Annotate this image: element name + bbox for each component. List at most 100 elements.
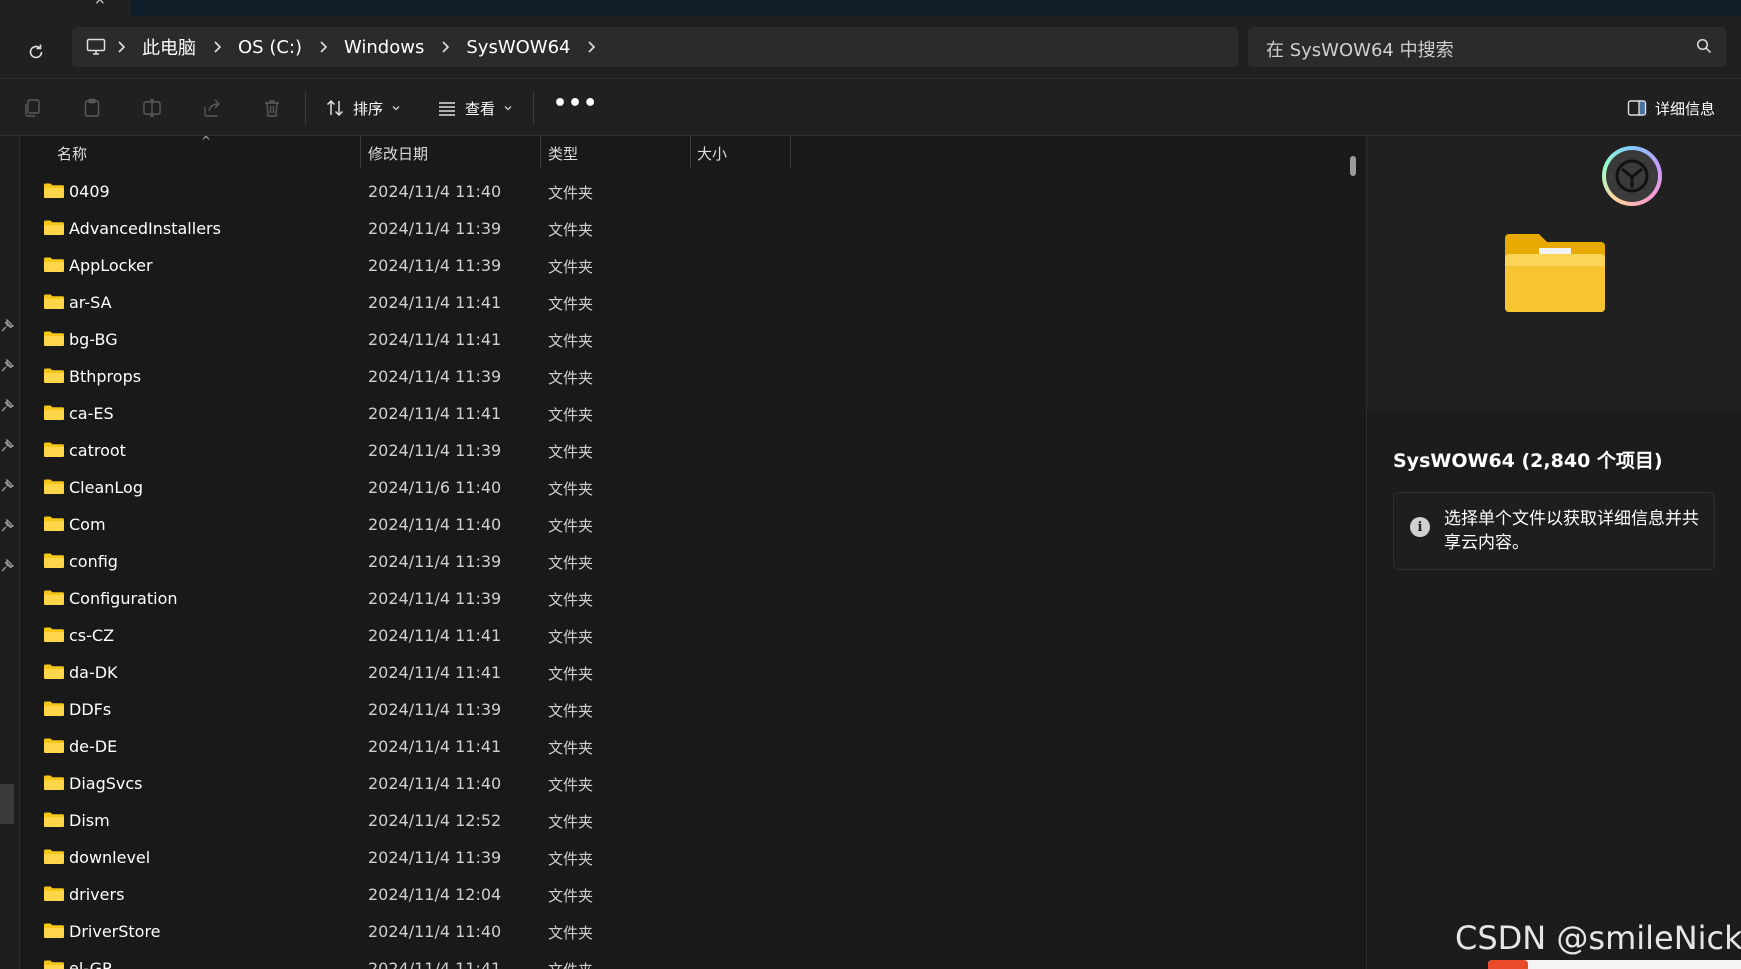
chevron-right-icon[interactable] xyxy=(106,41,136,53)
table-row[interactable]: config 2024/11/4 11:39 文件夹 xyxy=(20,543,1364,580)
nav-selected-item[interactable] xyxy=(0,784,14,824)
file-type: 文件夹 xyxy=(548,959,593,969)
file-name[interactable]: de-DE xyxy=(69,737,117,756)
file-name[interactable]: Dism xyxy=(69,811,110,830)
file-name[interactable]: DiagSvcs xyxy=(69,774,142,793)
search-icon[interactable] xyxy=(1696,38,1712,58)
more-icon[interactable]: ••• xyxy=(553,91,598,116)
pin-icon[interactable] xyxy=(0,358,15,372)
chevron-right-icon[interactable] xyxy=(430,41,460,53)
column-divider[interactable] xyxy=(690,136,691,168)
folder-icon xyxy=(44,368,64,383)
folder-icon xyxy=(44,331,64,346)
copy-icon[interactable] xyxy=(19,95,45,121)
file-name[interactable]: CleanLog xyxy=(69,478,143,497)
file-date: 2024/11/4 12:04 xyxy=(368,885,502,904)
file-name[interactable]: DDFs xyxy=(69,700,111,719)
folder-icon xyxy=(44,849,64,864)
file-name[interactable]: el-GR xyxy=(69,959,113,969)
file-name[interactable]: AdvancedInstallers xyxy=(69,219,221,238)
view-button[interactable]: 查看 xyxy=(437,92,513,124)
column-header-type[interactable]: 类型 xyxy=(548,136,688,170)
file-name[interactable]: Configuration xyxy=(69,589,178,608)
active-tab[interactable] xyxy=(131,0,1741,16)
chevron-right-icon[interactable] xyxy=(308,41,338,53)
search-input[interactable]: 在 SysWOW64 中搜索 xyxy=(1248,27,1726,67)
table-row[interactable]: DDFs 2024/11/4 11:39 文件夹 xyxy=(20,691,1364,728)
breadcrumb-item[interactable]: Windows xyxy=(338,37,430,58)
file-name[interactable]: Com xyxy=(69,515,106,534)
breadcrumb-item[interactable]: SysWOW64 xyxy=(460,37,576,58)
column-header-size[interactable]: 大小 xyxy=(697,136,787,170)
table-row[interactable]: 0409 2024/11/4 11:40 文件夹 xyxy=(20,173,1364,210)
table-row[interactable]: Bthprops 2024/11/4 11:39 文件夹 xyxy=(20,358,1364,395)
table-row[interactable]: AdvancedInstallers 2024/11/4 11:39 文件夹 xyxy=(20,210,1364,247)
file-name[interactable]: downlevel xyxy=(69,848,150,867)
folder-icon xyxy=(44,738,64,753)
file-name[interactable]: AppLocker xyxy=(69,256,153,275)
table-row[interactable]: Com 2024/11/4 11:40 文件夹 xyxy=(20,506,1364,543)
chevron-right-icon[interactable] xyxy=(576,41,606,53)
file-name[interactable]: ca-ES xyxy=(69,404,114,423)
chevron-down-icon xyxy=(391,104,401,112)
pin-icon[interactable] xyxy=(0,398,15,412)
close-icon[interactable]: × xyxy=(94,0,106,8)
file-name[interactable]: bg-BG xyxy=(69,330,118,349)
view-icon xyxy=(437,98,457,118)
table-row[interactable]: catroot 2024/11/4 11:39 文件夹 xyxy=(20,432,1364,469)
details-info-box: i 选择单个文件以获取详细信息并共享云内容。 xyxy=(1393,492,1715,570)
details-button[interactable]: 详细信息 xyxy=(1627,92,1715,124)
column-divider[interactable] xyxy=(790,136,791,168)
table-row[interactable]: Dism 2024/11/4 12:52 文件夹 xyxy=(20,802,1364,839)
table-row[interactable]: el-GR 2024/11/4 11:41 文件夹 xyxy=(20,950,1364,969)
file-name[interactable]: drivers xyxy=(69,885,124,904)
table-row[interactable]: AppLocker 2024/11/4 11:39 文件夹 xyxy=(20,247,1364,284)
computer-icon[interactable] xyxy=(86,38,106,56)
address-box[interactable]: 此电脑 OS (C:) Windows SysWOW64 xyxy=(72,27,1238,67)
sort-button[interactable]: 排序 xyxy=(325,92,401,124)
file-name[interactable]: config xyxy=(69,552,118,571)
table-row[interactable]: drivers 2024/11/4 12:04 文件夹 xyxy=(20,876,1364,913)
pin-icon[interactable] xyxy=(0,558,15,572)
chevron-right-icon[interactable] xyxy=(202,41,232,53)
column-header-date[interactable]: 修改日期 xyxy=(368,136,538,170)
table-row[interactable]: bg-BG 2024/11/4 11:41 文件夹 xyxy=(20,321,1364,358)
column-header-name[interactable]: 名称 xyxy=(57,136,377,170)
breadcrumb-item[interactable]: 此电脑 xyxy=(136,34,202,60)
table-row[interactable]: da-DK 2024/11/4 11:41 文件夹 xyxy=(20,654,1364,691)
file-date: 2024/11/4 11:39 xyxy=(368,848,502,867)
pin-icon[interactable] xyxy=(0,318,15,332)
table-row[interactable]: DiagSvcs 2024/11/4 11:40 文件夹 xyxy=(20,765,1364,802)
breadcrumb-item[interactable]: OS (C:) xyxy=(232,37,308,58)
file-name[interactable]: DriverStore xyxy=(69,922,161,941)
refresh-icon[interactable] xyxy=(22,38,50,66)
table-row[interactable]: cs-CZ 2024/11/4 11:41 文件夹 xyxy=(20,617,1364,654)
avatar[interactable] xyxy=(1602,146,1662,206)
file-type: 文件夹 xyxy=(548,554,594,572)
pin-icon[interactable] xyxy=(0,478,15,492)
file-type: 文件夹 xyxy=(548,887,594,905)
file-name[interactable]: da-DK xyxy=(69,663,118,682)
column-divider[interactable] xyxy=(540,136,541,168)
table-row[interactable]: DriverStore 2024/11/4 11:40 文件夹 xyxy=(20,913,1364,950)
scrollbar-thumb[interactable] xyxy=(1350,156,1356,176)
file-name[interactable]: ar-SA xyxy=(69,293,112,312)
rename-icon[interactable] xyxy=(139,95,165,121)
pin-icon[interactable] xyxy=(0,518,15,532)
table-row[interactable]: ar-SA 2024/11/4 11:41 文件夹 xyxy=(20,284,1364,321)
table-row[interactable]: ca-ES 2024/11/4 11:41 文件夹 xyxy=(20,395,1364,432)
table-row[interactable]: downlevel 2024/11/4 11:39 文件夹 xyxy=(20,839,1364,876)
table-row[interactable]: CleanLog 2024/11/6 11:40 文件夹 xyxy=(20,469,1364,506)
paste-icon[interactable] xyxy=(79,95,105,121)
details-info-text: 选择单个文件以获取详细信息并共享云内容。 xyxy=(1444,509,1699,553)
share-icon[interactable] xyxy=(199,95,225,121)
file-name[interactable]: cs-CZ xyxy=(69,626,114,645)
pin-icon[interactable] xyxy=(0,438,15,452)
file-name[interactable]: catroot xyxy=(69,441,126,460)
table-row[interactable]: Configuration 2024/11/4 11:39 文件夹 xyxy=(20,580,1364,617)
column-divider[interactable] xyxy=(360,136,361,168)
file-name[interactable]: 0409 xyxy=(69,182,110,201)
table-row[interactable]: de-DE 2024/11/4 11:41 文件夹 xyxy=(20,728,1364,765)
file-name[interactable]: Bthprops xyxy=(69,367,141,386)
delete-icon[interactable] xyxy=(259,95,285,121)
